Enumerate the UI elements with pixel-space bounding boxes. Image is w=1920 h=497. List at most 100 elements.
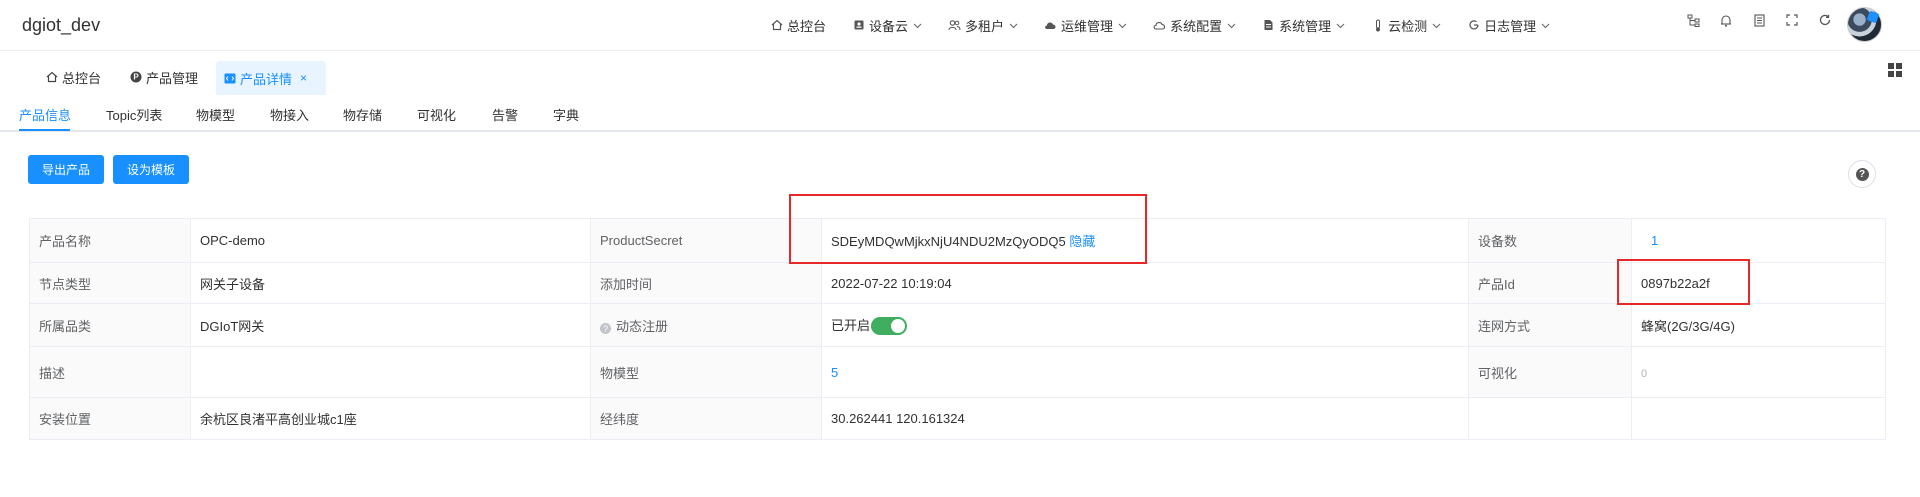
empty-cell — [1468, 397, 1632, 440]
detail-tabs: 产品信息 Topic列表 物模型 物接入 物存储 可视化 告警 字典 — [0, 100, 1920, 132]
tab-thing-access[interactable]: 物接入 — [270, 105, 309, 124]
fullscreen-icon[interactable] — [1785, 13, 1799, 27]
created-time-label: 添加时间 — [590, 262, 822, 304]
help-button[interactable]: ? — [1848, 160, 1876, 188]
menu-label: 系统配置 — [1170, 18, 1223, 34]
menu-logs[interactable]: 日志管理 — [1467, 16, 1550, 35]
dynamic-register-status: 已开启 — [831, 317, 871, 333]
tag-product-detail[interactable]: 产品详情 × — [216, 61, 326, 95]
node-type-value: 网关子设备 — [190, 262, 591, 304]
code-icon — [224, 72, 236, 84]
dynamic-register-label: 动态注册 — [616, 318, 669, 334]
help-icon: ? — [1855, 167, 1869, 181]
app-title: dgiot_dev — [22, 15, 101, 35]
menu-label: 日志管理 — [1484, 18, 1537, 34]
category-label: 所属品类 — [29, 303, 191, 347]
home-icon — [770, 19, 783, 32]
grid-menu-icon[interactable] — [1888, 63, 1902, 77]
menu-label: 设备云 — [869, 18, 909, 34]
cloud-outline-icon — [1153, 19, 1166, 32]
refresh-log-icon — [1467, 19, 1480, 32]
menu-dashboard[interactable]: 总控台 — [770, 16, 826, 35]
main-menu: 总控台 设备云 多租户 运维管理 系统配置 系统管理 云检测 日志管理 — [770, 0, 1576, 50]
device-icon — [852, 19, 865, 32]
chevron-down-icon — [1227, 21, 1236, 30]
tree-icon[interactable] — [1686, 13, 1700, 27]
location-label: 安装位置 — [29, 397, 191, 440]
table-row: 安装位置 余杭区良渚平高创业城c1座 经纬度 30.262441 120.161… — [29, 397, 1886, 440]
description-value — [190, 346, 591, 398]
thermometer-icon — [1371, 19, 1384, 32]
menu-label: 总控台 — [787, 18, 827, 34]
top-navbar: dgiot_dev 总控台 设备云 多租户 运维管理 系统配置 系统管理 云检测… — [0, 0, 1920, 51]
tag-product-management[interactable]: P 产品管理 — [122, 62, 206, 92]
tag-dashboard[interactable]: 总控台 — [38, 62, 109, 92]
menu-system-config[interactable]: 系统配置 — [1153, 16, 1236, 35]
visualization-count: 0 — [1641, 367, 1648, 380]
table-row: 产品名称 OPC-demo ProductSecret SDEyMDQwMjkx… — [29, 218, 1886, 263]
tab-visualization[interactable]: 可视化 — [417, 105, 456, 124]
dynamic-register-cell: 已开启 — [821, 303, 1469, 347]
category-value: DGIoT网关 — [190, 303, 591, 347]
menu-ops[interactable]: 运维管理 — [1044, 16, 1127, 35]
tab-topic-list[interactable]: Topic列表 — [106, 105, 162, 124]
description-label: 描述 — [29, 346, 191, 398]
chevron-down-icon — [1541, 21, 1550, 30]
empty-cell — [1631, 397, 1886, 440]
set-template-button[interactable]: 设为模板 — [113, 155, 189, 184]
bell-icon[interactable] — [1719, 13, 1733, 27]
tab-thing-model[interactable]: 物模型 — [196, 105, 235, 124]
active-tab-indicator — [19, 129, 70, 131]
product-secret-value: SDEyMDQwMjkxNjU4NDU2MzQyODQ5 — [831, 234, 1066, 249]
menu-cloud-check[interactable]: 云检测 — [1371, 16, 1441, 35]
table-row: 节点类型 网关子设备 添加时间 2022-07-22 10:19:04 产品Id… — [29, 262, 1886, 304]
nav-tools — [1686, 13, 1851, 27]
visualization-label: 可视化 — [1468, 346, 1632, 398]
network-value: 蜂窝(2G/3G/4G) — [1631, 303, 1886, 347]
node-type-label: 节点类型 — [29, 262, 191, 304]
refresh-icon[interactable] — [1818, 13, 1832, 27]
menu-multi-tenant[interactable]: 多租户 — [948, 16, 1018, 35]
home-icon — [46, 71, 58, 83]
cloud-icon — [1044, 19, 1057, 32]
network-label: 连网方式 — [1468, 303, 1632, 347]
tab-product-info[interactable]: 产品信息 — [19, 105, 71, 124]
book-icon[interactable] — [1752, 13, 1766, 27]
visualization-cell: 0 — [1631, 346, 1886, 398]
thing-model-link[interactable]: 5 — [831, 365, 838, 380]
table-row: 所属品类 DGIoT网关 ? 动态注册 已开启 连网方式 蜂窝(2G/3G/4G) — [29, 303, 1886, 347]
thing-model-label: 物模型 — [590, 346, 822, 398]
hide-secret-link[interactable]: 隐藏 — [1069, 234, 1095, 249]
close-icon[interactable]: × — [300, 71, 307, 85]
product-secret-cell: SDEyMDQwMjkxNjU4NDU2MzQyODQ5 隐藏 — [821, 218, 1469, 263]
menu-label: 多租户 — [965, 18, 1005, 34]
product-name-value: OPC-demo — [190, 218, 591, 263]
menu-label: 云检测 — [1388, 18, 1428, 34]
tab-dictionary[interactable]: 字典 — [553, 105, 579, 124]
dynamic-register-label-cell: ? 动态注册 — [590, 303, 822, 347]
tab-alarm[interactable]: 告警 — [492, 105, 518, 124]
product-id-value: 0897b22a2f — [1631, 262, 1886, 304]
menu-device-cloud[interactable]: 设备云 — [852, 16, 922, 35]
device-count-cell: 1 — [1631, 218, 1886, 263]
users-icon — [948, 19, 961, 32]
tab-thing-storage[interactable]: 物存储 — [343, 105, 382, 124]
svg-text:P: P — [133, 73, 139, 82]
chevron-down-icon — [913, 21, 922, 30]
chevron-down-icon — [1432, 21, 1441, 30]
tag-label: 产品管理 — [146, 70, 199, 86]
dynamic-register-switch[interactable] — [871, 317, 908, 336]
menu-system-admin[interactable]: 系统管理 — [1262, 16, 1345, 35]
product-id-label: 产品Id — [1468, 262, 1632, 304]
export-product-button[interactable]: 导出产品 — [28, 155, 104, 184]
product-info-table: 产品名称 OPC-demo ProductSecret SDEyMDQwMjkx… — [29, 218, 1886, 440]
tag-label: 产品详情 — [240, 71, 293, 87]
chevron-down-icon — [1118, 21, 1127, 30]
location-value[interactable]: 余杭区良渚平高创业城c1座 — [190, 397, 591, 440]
device-count-link[interactable]: 1 — [1651, 233, 1658, 248]
question-icon: ? — [600, 323, 611, 334]
chevron-down-icon — [1336, 21, 1345, 30]
table-row: 描述 物模型 5 可视化 0 — [29, 346, 1886, 398]
tags-view: 总控台 P 产品管理 产品详情 × — [0, 51, 1920, 95]
product-name-label: 产品名称 — [29, 218, 191, 263]
